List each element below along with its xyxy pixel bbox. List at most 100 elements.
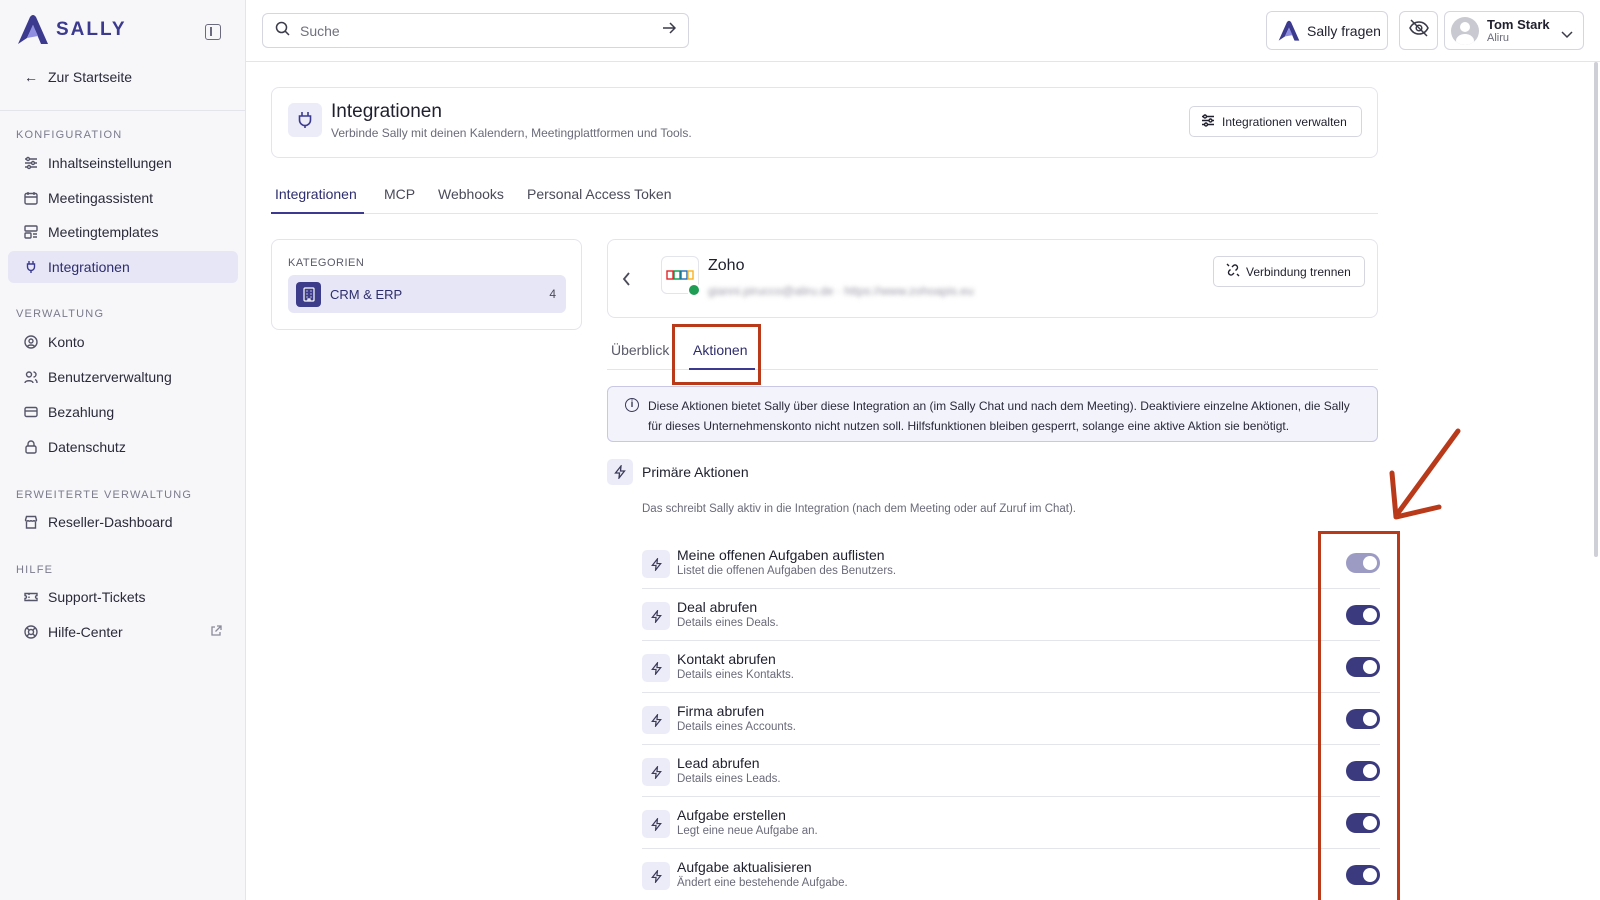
sidebar-item-privacy[interactable]: Datenschutz [8, 431, 238, 463]
user-circle-icon [24, 335, 38, 349]
sidebar-item-reseller-dashboard[interactable]: Reseller-Dashboard [8, 506, 238, 538]
chevron-left-icon[interactable] [622, 270, 632, 291]
lightning-icon [642, 862, 670, 890]
logo-text: SALLY [56, 19, 127, 40]
collapse-sidebar-icon[interactable] [205, 24, 221, 40]
sidebar-item-user-management[interactable]: Benutzerverwaltung [8, 361, 238, 393]
sidebar-item-content-settings[interactable]: Inhaltseinstellungen [8, 147, 238, 179]
sidebar-item-meeting-assistant[interactable]: Meetingassistent [8, 182, 238, 214]
sidebar-item-meeting-templates[interactable]: Meetingtemplates [8, 216, 238, 248]
action-description: Details eines Kontakts. [677, 669, 794, 681]
info-text: Diese Aktionen bietet Sally über diese I… [648, 399, 1350, 433]
lock-icon [24, 440, 38, 454]
sidebar-item-support-tickets[interactable]: Support-Tickets [8, 581, 238, 613]
tab-webhooks[interactable]: Webhooks [438, 186, 504, 202]
tab-integrations[interactable]: Integrationen [275, 186, 357, 202]
disconnect-label: Verbindung trennen [1246, 264, 1351, 279]
action-description: Details eines Leads. [677, 773, 781, 785]
active-tab-indicator [271, 212, 364, 214]
sidebar-item-label: Inhaltseinstellungen [48, 155, 172, 171]
categories-label: KATEGORIEN [288, 257, 365, 269]
plug-icon [24, 260, 38, 274]
sally-logo-icon [1278, 20, 1300, 41]
main-tabs: Integrationen MCP Webhooks Personal Acce… [271, 183, 1378, 214]
tab-overview[interactable]: Überblick [611, 342, 669, 358]
lifebuoy-icon [24, 625, 38, 639]
back-label: Zur Startseite [48, 69, 133, 85]
lightning-icon [642, 602, 670, 630]
sidebar-item-help-center[interactable]: Hilfe-Center [8, 616, 238, 648]
tab-mcp[interactable]: MCP [384, 186, 415, 202]
action-title: Lead abrufen [677, 755, 760, 771]
action-title: Kontakt abrufen [677, 651, 776, 667]
section-label-administration: VERWALTUNG [16, 308, 105, 320]
unlink-icon [1226, 263, 1240, 280]
scrollbar[interactable] [1592, 62, 1600, 900]
sidebar-item-billing[interactable]: Bezahlung [8, 396, 238, 428]
integration-name: Zoho [708, 257, 745, 274]
lightning-icon [642, 654, 670, 682]
sliders-icon [1201, 113, 1215, 130]
calendar-icon [24, 191, 38, 205]
sidebar-item-label: Integrationen [48, 259, 130, 275]
manage-integrations-button[interactable]: Integrationen verwalten [1189, 106, 1362, 137]
search-input[interactable] [300, 22, 652, 39]
action-title: Firma abrufen [677, 703, 765, 719]
user-menu[interactable]: Tom Stark Aliru [1444, 11, 1584, 50]
category-item-crm-erp[interactable]: CRM & ERP 4 [288, 275, 566, 313]
user-name: Tom Stark [1487, 16, 1550, 32]
category-count: 4 [549, 287, 556, 301]
credit-card-icon [24, 405, 38, 419]
sidebar-item-label: Benutzerverwaltung [48, 369, 172, 385]
sidebar-item-label: Hilfe-Center [48, 624, 123, 640]
arrow-right-icon[interactable] [662, 21, 677, 40]
scrollbar-thumb[interactable] [1594, 62, 1598, 557]
store-icon [24, 515, 38, 529]
back-to-home-link[interactable]: ← Zur Startseite [24, 69, 132, 85]
search-bar[interactable] [262, 13, 689, 48]
sidebar-item-integrations[interactable]: Integrationen [8, 251, 238, 283]
info-banner: i Diese Aktionen bietet Sally über diese… [607, 386, 1378, 442]
section-label-help: HILFE [16, 564, 54, 576]
action-row: Aufgabe erstellen Legt eine neue Aufgabe… [642, 797, 1380, 849]
annotation-highlight-box [672, 324, 761, 385]
action-description: Ändert eine bestehende Aufgabe. [677, 877, 848, 889]
lightning-icon [642, 550, 670, 578]
sidebar-item-label: Meetingtemplates [48, 224, 159, 240]
sidebar-item-label: Bezahlung [48, 404, 115, 420]
privacy-toggle-button[interactable] [1399, 11, 1438, 50]
sidebar-item-account[interactable]: Konto [8, 326, 238, 358]
sidebar-item-label: Meetingassistent [48, 190, 154, 206]
integration-detail-card: Zoho gianni.pirucco@aliru.de · https://w… [607, 239, 1378, 318]
ask-sally-button[interactable]: Sally fragen [1266, 11, 1388, 50]
annotation-arrow-icon [1389, 428, 1461, 520]
action-description: Details eines Accounts. [677, 721, 796, 733]
ticket-icon [24, 590, 38, 604]
integration-account: gianni.pirucco@aliru.de · https://www.zo… [708, 284, 974, 298]
page-header-card: Integrationen Verbinde Sally mit deinen … [271, 87, 1378, 158]
lightning-icon [642, 810, 670, 838]
primary-actions-description: Das schreibt Sally aktiv in die Integrat… [642, 503, 1077, 515]
category-label: CRM & ERP [330, 286, 403, 302]
action-description: Legt eine neue Aufgabe an. [677, 825, 818, 837]
action-row: Lead abrufen Details eines Leads. [642, 745, 1380, 797]
zoho-logo-icon [666, 270, 694, 280]
sidebar-item-label: Konto [48, 334, 85, 350]
action-title: Aufgabe erstellen [677, 807, 786, 823]
action-title: Deal abrufen [677, 599, 758, 615]
manage-integrations-label: Integrationen verwalten [1222, 114, 1347, 129]
topbar: Sally fragen Tom Stark Aliru [246, 0, 1600, 62]
eye-off-icon [1408, 19, 1429, 42]
action-title: Aufgabe aktualisieren [677, 859, 812, 875]
sidebar-item-label: Support-Tickets [48, 589, 146, 605]
tab-personal-access-token[interactable]: Personal Access Token [527, 186, 672, 202]
sally-logo[interactable]: SALLY [16, 14, 127, 46]
annotation-highlight-box [1318, 531, 1400, 900]
page-title: Integrationen [331, 101, 442, 122]
disconnect-button[interactable]: Verbindung trennen [1213, 256, 1365, 287]
primary-actions-title: Primäre Aktionen [642, 464, 749, 480]
users-icon [24, 370, 38, 384]
page-subtitle: Verbinde Sally mit deinen Kalendern, Mee… [331, 126, 692, 140]
avatar [1451, 16, 1479, 45]
lightning-icon [642, 758, 670, 786]
